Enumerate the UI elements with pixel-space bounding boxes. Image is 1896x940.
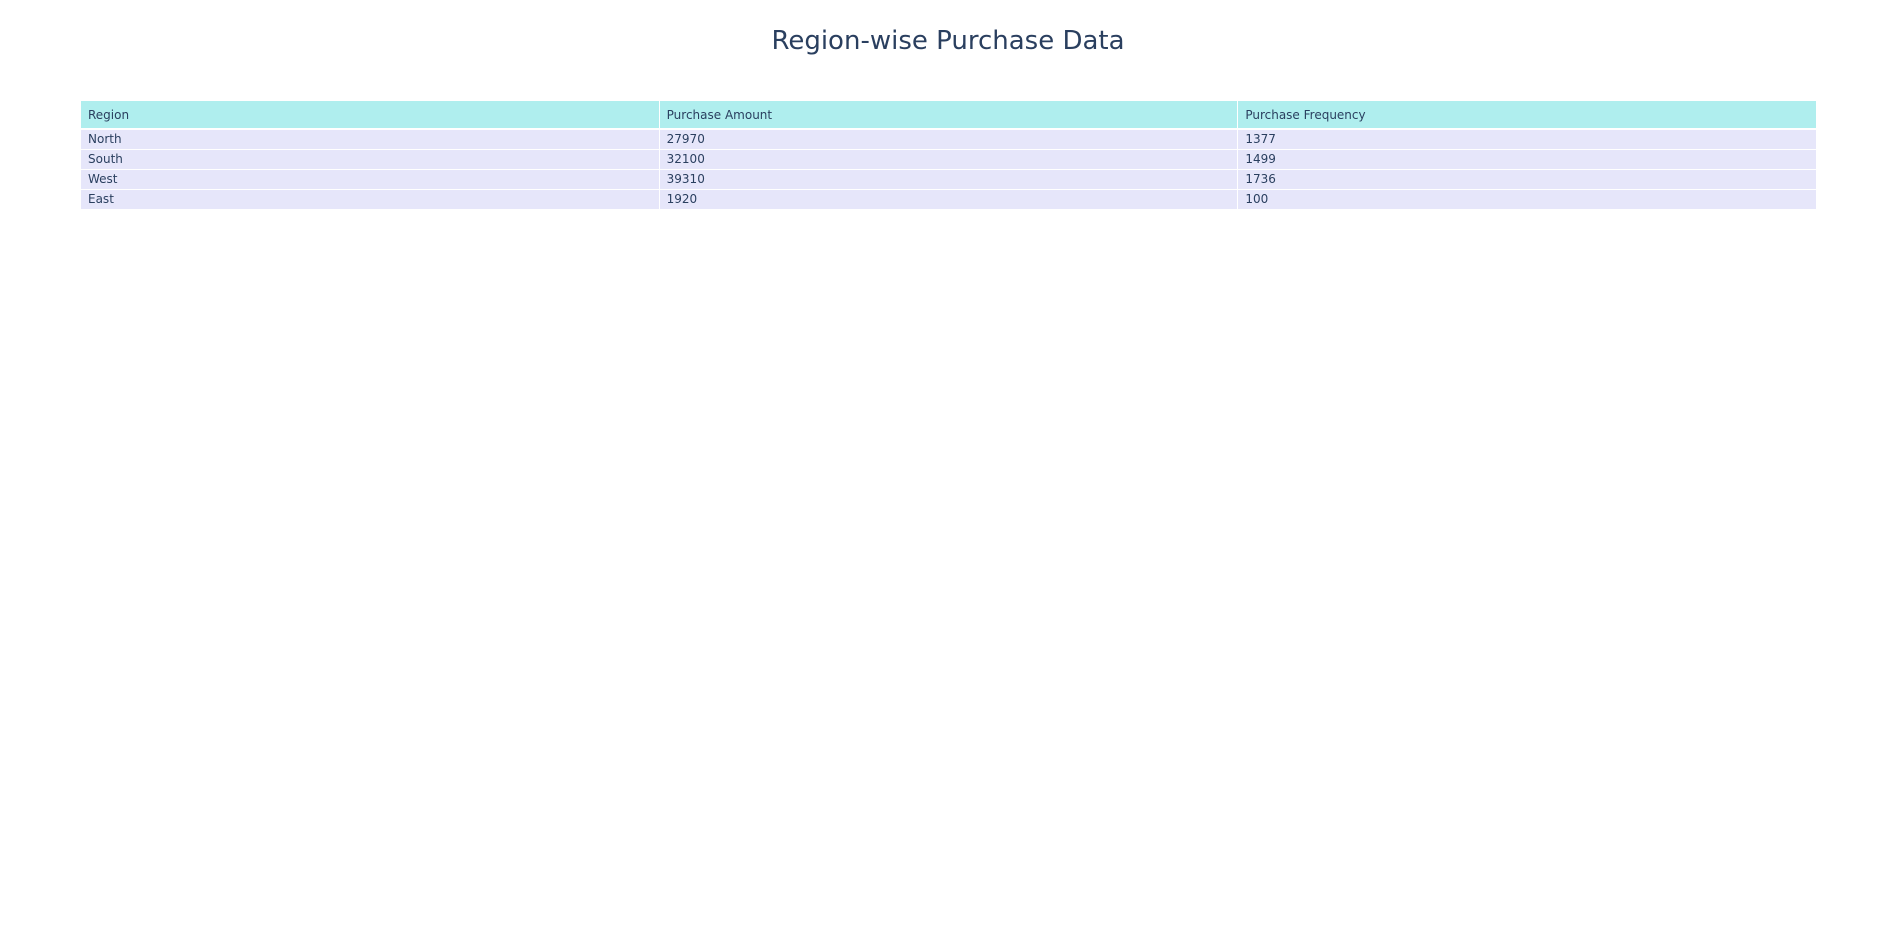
table-cell: West — [80, 169, 660, 190]
table-cell: South — [80, 149, 660, 170]
table-cell: 39310 — [658, 169, 1239, 190]
data-table: Region Purchase Amount Purchase Frequency … — [80, 100, 1817, 210]
table-cell: 27970 — [658, 128, 1239, 150]
column-header: Purchase Frequency — [1237, 100, 1817, 130]
column-header: Region — [80, 100, 660, 130]
table-cell: 100 — [1237, 189, 1817, 210]
table-cell: 1920 — [658, 189, 1239, 210]
table-row: East 1920 100 — [80, 189, 1817, 210]
chart-title: Region-wise Purchase Data — [771, 26, 1125, 56]
table-cell: North — [80, 128, 660, 150]
table-cell: East — [80, 189, 660, 210]
table-container: Region Purchase Amount Purchase Frequency … — [80, 100, 1817, 210]
column-header: Purchase Amount — [658, 100, 1239, 130]
chart-page: Region-wise Purchase Data Region Purchase… — [0, 0, 1896, 940]
table-cell: 1377 — [1237, 128, 1817, 150]
table-body: North 27970 1377 South 32100 1499 West 39310 173… — [80, 128, 1817, 210]
table-row: South 32100 1499 — [80, 149, 1817, 170]
table-cell: 32100 — [658, 149, 1239, 170]
table-row: North 27970 1377 — [80, 128, 1817, 150]
table-row: West 39310 1736 — [80, 169, 1817, 190]
table-header-row: Region Purchase Amount Purchase Frequency — [80, 100, 1817, 130]
table-cell: 1736 — [1237, 169, 1817, 190]
table-cell: 1499 — [1237, 149, 1817, 170]
